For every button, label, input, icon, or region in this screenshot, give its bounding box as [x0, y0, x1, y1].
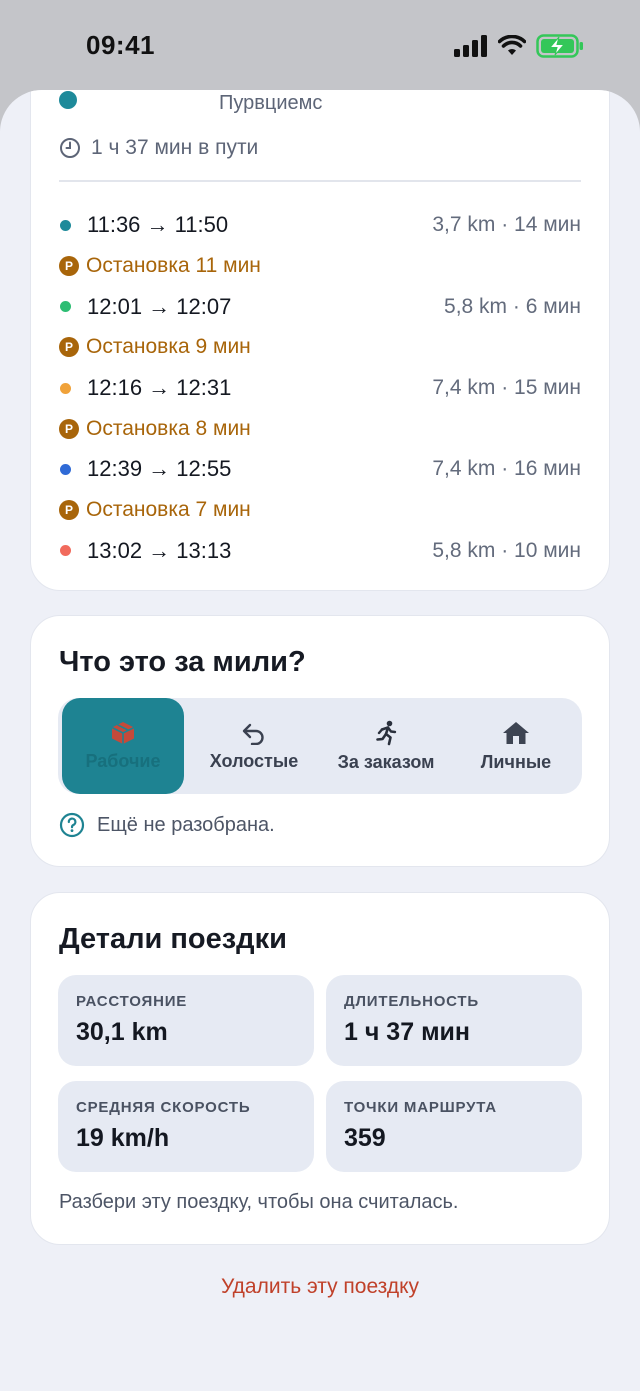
duration-label: ДЛИТЕЛЬНОСТЬ: [344, 993, 479, 1010]
segment-meta: 7,4 km · 16 мин: [432, 457, 581, 481]
segment-time: 11:36 → 11:50: [87, 212, 229, 238]
distance-tile: РАССТОЯНИЕ 30,1 km: [58, 975, 314, 1066]
average-speed-tile: СРЕДНЯЯ СКОРОСТЬ 19 km/h: [58, 1081, 314, 1172]
mileage-type-card: Что это за мили? Рабочие Холостые За зак…: [30, 615, 610, 867]
status-time: 09:41: [86, 30, 155, 60]
duration-row: 1 ч 37 мин в пути: [59, 136, 258, 160]
segment-time: 12:39 → 12:55: [87, 456, 232, 482]
mileage-type-selector: Рабочие Холостые За заказом Личные: [58, 698, 582, 794]
duration-value: 1 ч 37 мин: [344, 1018, 471, 1046]
option-personal-label: Личные: [480, 751, 552, 772]
average-speed-label: СРЕДНЯЯ СКОРОСТЬ: [76, 1099, 251, 1116]
trip-details-title: Детали поездки: [59, 923, 287, 955]
distance-label: РАССТОЯНИЕ: [76, 993, 188, 1010]
stop-row: P Остановка 11 мин: [59, 246, 581, 287]
stop-label: Остановка 7 мин: [86, 498, 251, 522]
option-personal[interactable]: Личные: [453, 698, 579, 794]
segment-meta: 7,4 km · 15 мин: [432, 376, 581, 400]
mileage-type-title: Что это за мили?: [59, 646, 306, 678]
segment-row: 13:02 → 13:13 5,8 km · 10 мин: [59, 531, 581, 572]
route-card: Пурвциемс 1 ч 37 мин в пути 11:36 → 11:5…: [30, 90, 610, 591]
briefcase-icon: [111, 721, 135, 744]
stop-label: Остановка 9 мин: [86, 335, 251, 359]
segment-dot: [60, 301, 71, 313]
segment-dot: [60, 545, 71, 557]
segment-dot: [60, 463, 71, 475]
trip-details-card: Детали поездки РАССТОЯНИЕ 30,1 km ДЛИТЕЛ…: [30, 892, 610, 1245]
help-icon: [59, 812, 85, 838]
trip-duration: 1 ч 37 мин в пути: [91, 136, 259, 159]
trip-sheet: Пурвциемс 1 ч 37 мин в пути 11:36 → 11:5…: [0, 90, 640, 1391]
classification-status-text: Ещё не разобрана.: [97, 813, 275, 836]
battery-charging-icon: [536, 34, 583, 58]
origin-name: Пурвциемс: [219, 92, 323, 114]
option-empty[interactable]: Холостые: [189, 698, 319, 794]
stop-row: P Остановка 9 мин: [59, 327, 581, 368]
parking-icon: P: [59, 337, 79, 358]
classification-hint: Разбери эту поездку, чтобы она считалась…: [59, 1191, 459, 1213]
wifi-icon: [498, 35, 526, 55]
clock-icon: [60, 138, 80, 158]
segment-dot: [60, 219, 71, 231]
segment-time: 12:01 → 12:07: [87, 293, 232, 319]
home-icon: [503, 721, 529, 744]
segment-meta: 3,7 km · 14 мин: [432, 213, 581, 237]
classification-status: Ещё не разобрана.: [59, 812, 275, 838]
parking-icon: P: [59, 256, 79, 277]
running-person-icon: [376, 720, 397, 745]
segment-time: 13:02 → 13:13: [87, 537, 232, 563]
segment-meta: 5,8 km · 6 мин: [444, 294, 581, 318]
option-work[interactable]: Рабочие: [62, 698, 184, 794]
stop-label: Остановка 8 мин: [86, 416, 251, 440]
option-to-order-label: За заказом: [337, 751, 435, 772]
route-points-value: 359: [344, 1124, 386, 1152]
status-bar: 09:41: [0, 0, 640, 92]
cellular-signal-icon: [454, 35, 487, 57]
stop-row: P Остановка 8 мин: [59, 408, 581, 449]
segment-row: 11:36 → 11:50 3,7 km · 14 мин: [59, 205, 581, 246]
segment-row: 12:01 → 12:07 5,8 km · 6 мин: [59, 286, 581, 327]
stop-label: Остановка 11 мин: [86, 254, 261, 278]
distance-value: 30,1 km: [76, 1018, 168, 1046]
segment-row: 12:16 → 12:31 7,4 km · 15 мин: [59, 368, 581, 409]
option-empty-label: Холостые: [209, 750, 299, 771]
segment-time: 12:16 → 12:31: [87, 375, 232, 401]
segment-dot: [60, 382, 71, 394]
parking-icon: P: [59, 500, 79, 521]
delete-trip-button[interactable]: Удалить эту поездку: [0, 1275, 640, 1299]
status-icons: [454, 34, 584, 58]
route-points-tile: ТОЧКИ МАРШРУТА 359: [326, 1081, 582, 1172]
option-to-order[interactable]: За заказом: [319, 698, 453, 794]
undo-arrow-icon: [242, 723, 264, 745]
duration-tile: ДЛИТЕЛЬНОСТЬ 1 ч 37 мин: [326, 975, 582, 1066]
parking-icon: P: [59, 418, 79, 439]
divider: [59, 180, 581, 182]
route-points-label: ТОЧКИ МАРШРУТА: [344, 1099, 497, 1116]
segment-row: 12:39 → 12:55 7,4 km · 16 мин: [59, 449, 581, 490]
option-work-label: Рабочие: [85, 750, 161, 771]
average-speed-value: 19 km/h: [76, 1124, 170, 1152]
segment-list: 11:36 → 11:50 3,7 km · 14 мин P Остановк…: [59, 205, 581, 571]
stop-row: P Остановка 7 мин: [59, 490, 581, 531]
segment-meta: 5,8 km · 10 мин: [432, 538, 581, 562]
origin-dot: [59, 91, 77, 109]
